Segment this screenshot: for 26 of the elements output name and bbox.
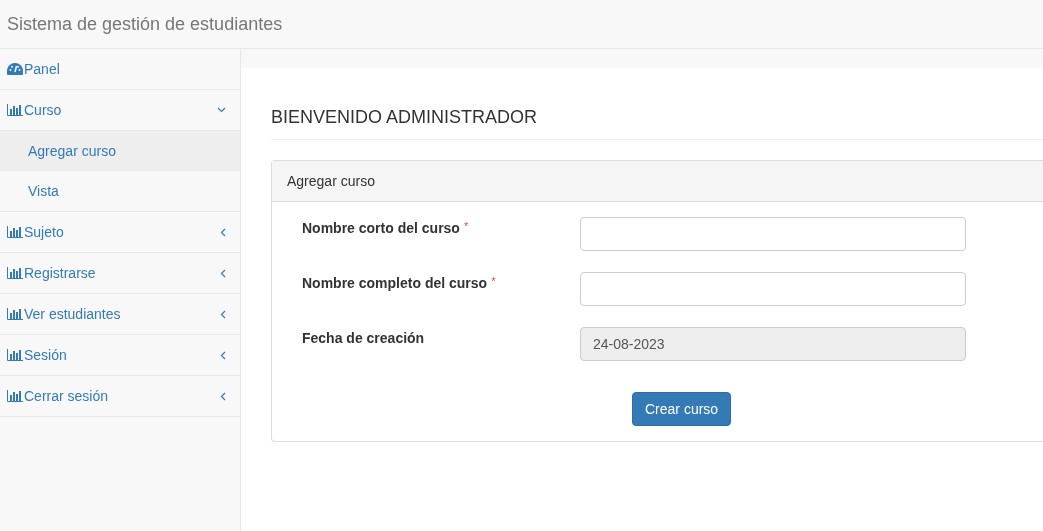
input-field[interactable] xyxy=(580,272,966,306)
bar-chart-icon xyxy=(7,308,23,320)
submenu-item[interactable]: Agregar curso xyxy=(0,131,240,171)
dashboard-icon xyxy=(7,63,23,75)
submenu-item[interactable]: Vista xyxy=(0,171,240,211)
required-mark: * xyxy=(491,274,496,289)
field-label: Fecha de creación xyxy=(302,329,425,348)
app-title: Sistema de gestión de estudiantes xyxy=(7,12,283,36)
bar-chart-icon xyxy=(7,267,23,279)
bar-chart-icon xyxy=(7,349,23,361)
bar-chart-icon xyxy=(7,390,23,402)
field-label: Nombre completo del curso xyxy=(302,274,488,293)
sidebar-item[interactable]: Ver estudiantes xyxy=(0,294,240,335)
field-label: Nombre corto del curso xyxy=(302,219,460,238)
sidebar-item[interactable]: Cerrar sesión xyxy=(0,376,240,417)
sidebar-item[interactable]: Sujeto xyxy=(0,212,240,253)
sidebar-item[interactable]: Registrarse xyxy=(0,253,240,294)
sidebar-item[interactable]: Sesión xyxy=(0,335,240,376)
bar-chart-icon xyxy=(7,226,23,238)
create-course-button[interactable]: Crear curso xyxy=(632,392,732,426)
required-mark: * xyxy=(463,219,469,234)
bar-chart-icon xyxy=(7,104,23,116)
input-field[interactable] xyxy=(580,217,966,251)
page-heading: BIENVENIDO ADMINISTRADOR xyxy=(271,106,538,128)
panel-title: Agregar curso xyxy=(287,171,375,191)
sidebar-item[interactable]: Panel xyxy=(0,49,240,90)
